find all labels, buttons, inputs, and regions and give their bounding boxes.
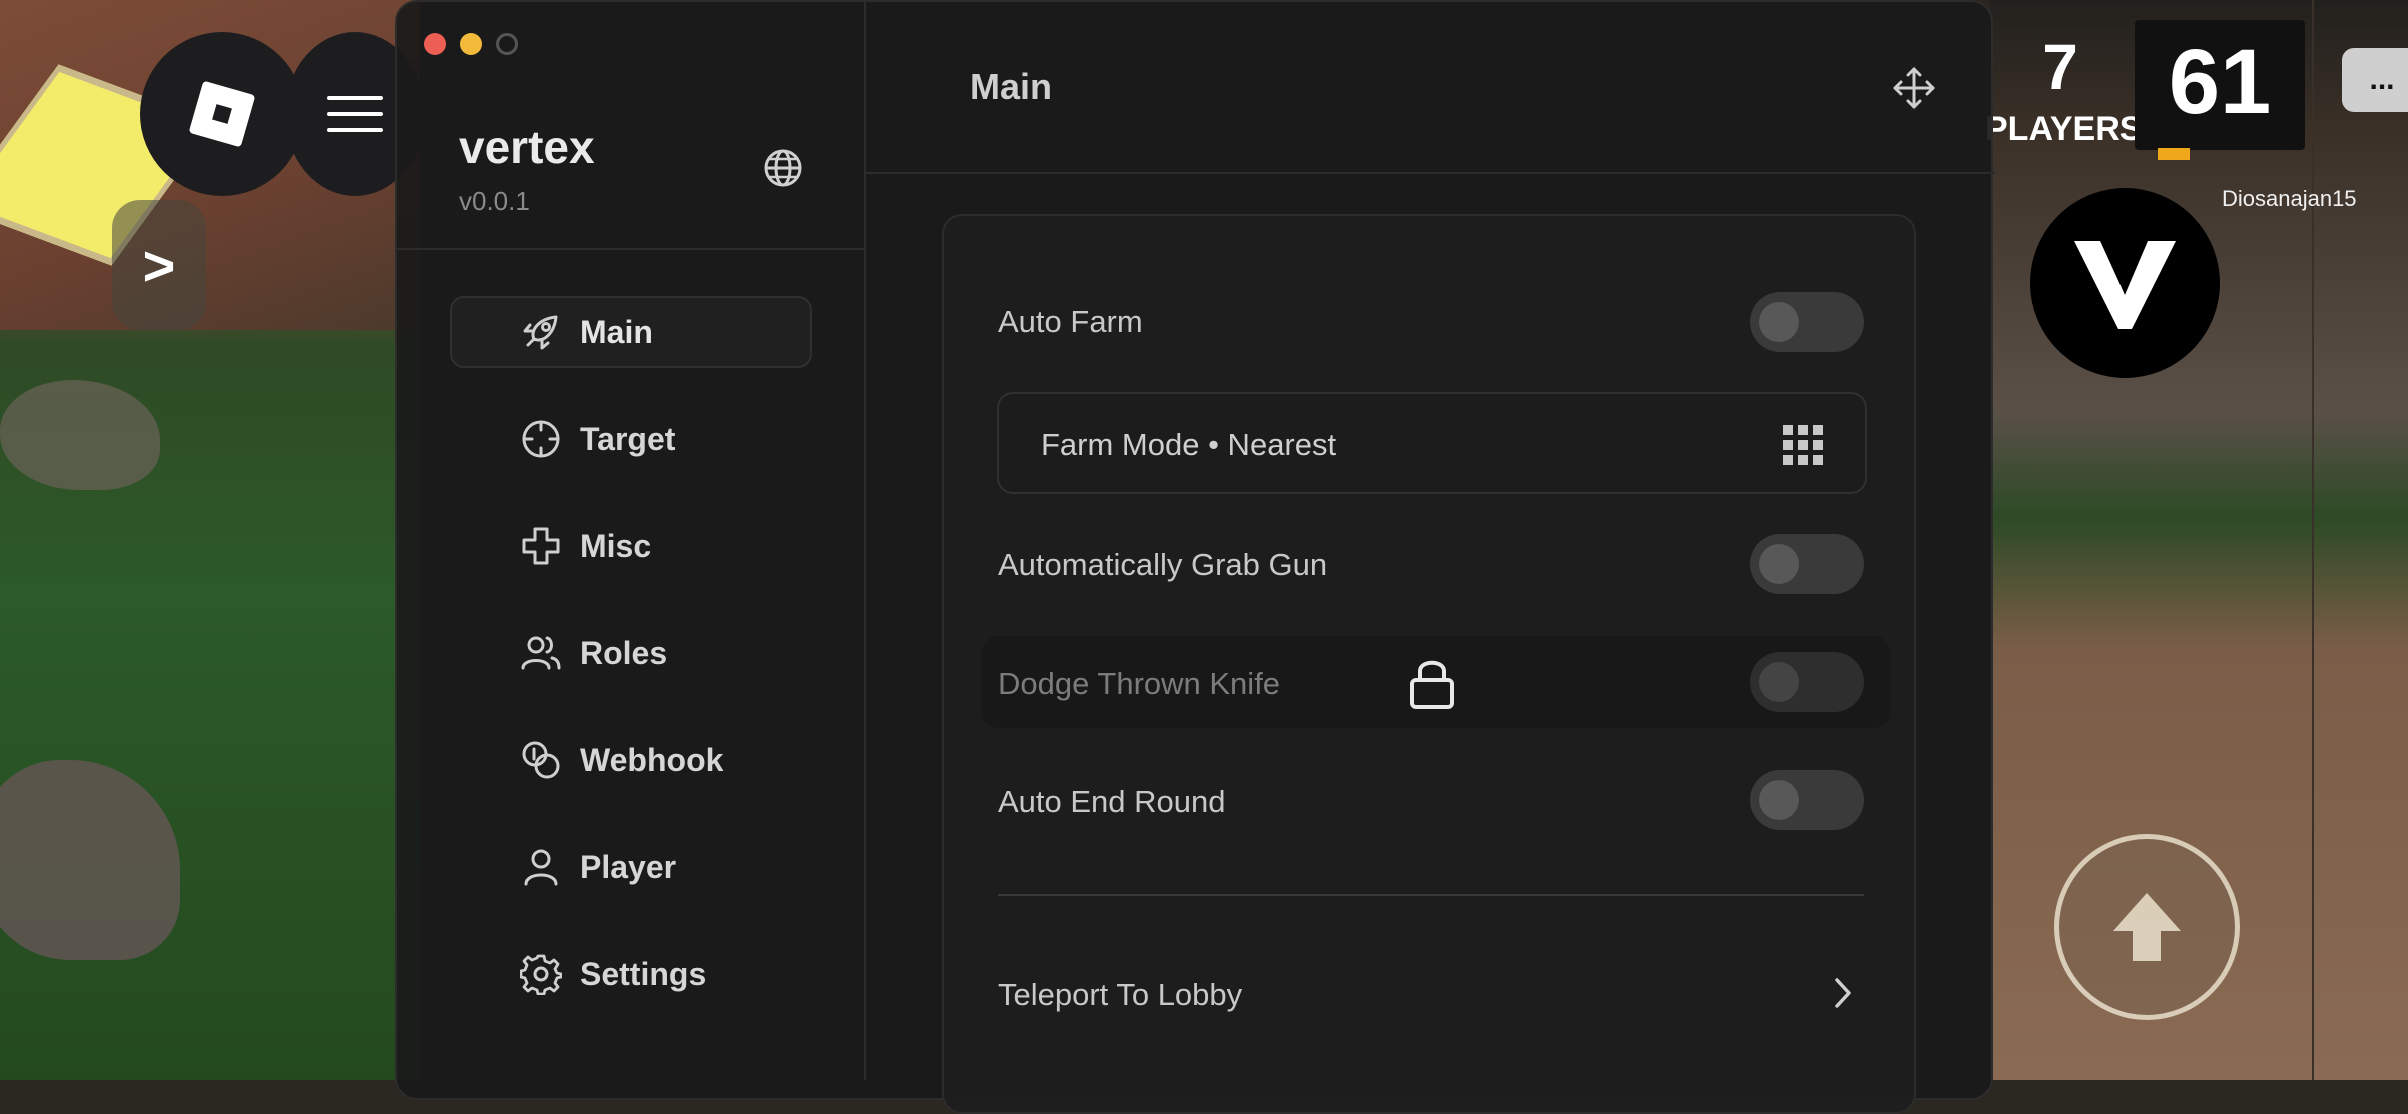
chevron-right-icon[interactable]	[1830, 976, 1856, 1010]
rocket-icon	[523, 315, 558, 350]
wall-edge	[2312, 0, 2314, 1080]
brand-divider	[395, 248, 865, 250]
coins-icon	[522, 741, 560, 779]
sidebar-item-label: Target	[580, 420, 676, 457]
sidebar-item-misc[interactable]: Misc	[450, 510, 812, 582]
auto-end-round-label: Auto End Round	[998, 784, 1226, 819]
users-icon	[521, 636, 561, 670]
sidebar-item-settings[interactable]: Settings	[450, 938, 812, 1010]
grid-icon	[1783, 425, 1823, 465]
dodge-knife-label: Dodge Thrown Knife	[998, 666, 1281, 701]
minimize-window-button[interactable]	[460, 33, 482, 55]
sidebar-item-main[interactable]: Main	[450, 296, 812, 368]
players-label: PLAYERS	[1985, 110, 2143, 148]
auto-end-round-toggle[interactable]	[1750, 770, 1864, 830]
toggle-knob	[1759, 544, 1799, 584]
arrow-up-icon	[2113, 893, 2181, 961]
chat-button[interactable]: ...	[2342, 48, 2408, 112]
sidebar-item-label: Misc	[580, 527, 652, 564]
vertex-logo-icon	[2074, 241, 2176, 329]
sidebar-item-webhook[interactable]: Webhook	[450, 724, 812, 796]
brand-version: v0.0.1	[459, 186, 530, 216]
sidebar-item-player[interactable]: Player	[450, 831, 812, 903]
roblox-menu-button[interactable]	[140, 32, 304, 196]
expand-label: >	[142, 233, 176, 297]
sidebar-item-label: Main	[580, 313, 653, 350]
sidebar-item-label: Webhook	[580, 741, 724, 778]
toggle-knob	[1759, 302, 1799, 342]
sidebar-item-roles[interactable]: Roles	[450, 617, 812, 689]
close-window-button[interactable]	[424, 33, 446, 55]
hamburger-icon	[327, 84, 383, 144]
roblox-logo-icon	[188, 80, 256, 148]
header-divider	[866, 172, 1996, 174]
sidebar-item-label: Settings	[580, 955, 707, 992]
gear-icon	[520, 954, 562, 995]
farm-mode-value: Farm Mode • Nearest	[1041, 427, 1337, 462]
window-controls	[424, 33, 518, 55]
lock-icon	[1410, 660, 1454, 709]
expand-panel-button[interactable]: >	[112, 200, 206, 330]
plus-icon	[522, 527, 560, 565]
round-timer: 61	[2168, 31, 2272, 133]
sidebar-item-target[interactable]: Target	[450, 403, 812, 475]
chat-button-label: ...	[2369, 63, 2395, 96]
toggle-knob	[1759, 780, 1799, 820]
vertex-toggle-button[interactable]	[2030, 188, 2220, 378]
auto-farm-toggle[interactable]	[1750, 292, 1864, 352]
dodge-knife-toggle	[1750, 652, 1864, 712]
move-icon[interactable]	[1892, 66, 1936, 110]
user-icon	[524, 849, 558, 886]
timer-progress-bar	[2158, 148, 2190, 160]
sidebar-item-label: Player	[580, 848, 677, 885]
sidebar-nav: Main Target Misc Roles Webhook Player Se…	[450, 296, 812, 1045]
maximize-window-button[interactable]	[496, 33, 518, 55]
grab-gun-label: Automatically Grab Gun	[998, 547, 1328, 582]
player-name-tag: Diosanajan15	[2222, 186, 2357, 211]
brand-name: vertex	[459, 121, 595, 173]
toggle-knob	[1759, 662, 1799, 702]
sidebar-item-label: Roles	[580, 634, 668, 671]
globe-icon[interactable]	[763, 148, 803, 188]
crosshair-icon	[522, 420, 560, 458]
farm-mode-dropdown[interactable]: Farm Mode • Nearest	[997, 392, 1867, 494]
section-divider	[998, 894, 1864, 896]
sidebar-divider	[864, 0, 866, 1080]
players-count: 7	[2042, 31, 2078, 103]
auto-farm-label: Auto Farm	[998, 304, 1143, 339]
page-title: Main	[970, 66, 1053, 107]
jump-button[interactable]	[2054, 834, 2240, 1020]
teleport-lobby-button[interactable]: Teleport To Lobby	[998, 977, 1242, 1013]
grab-gun-toggle[interactable]	[1750, 534, 1864, 594]
